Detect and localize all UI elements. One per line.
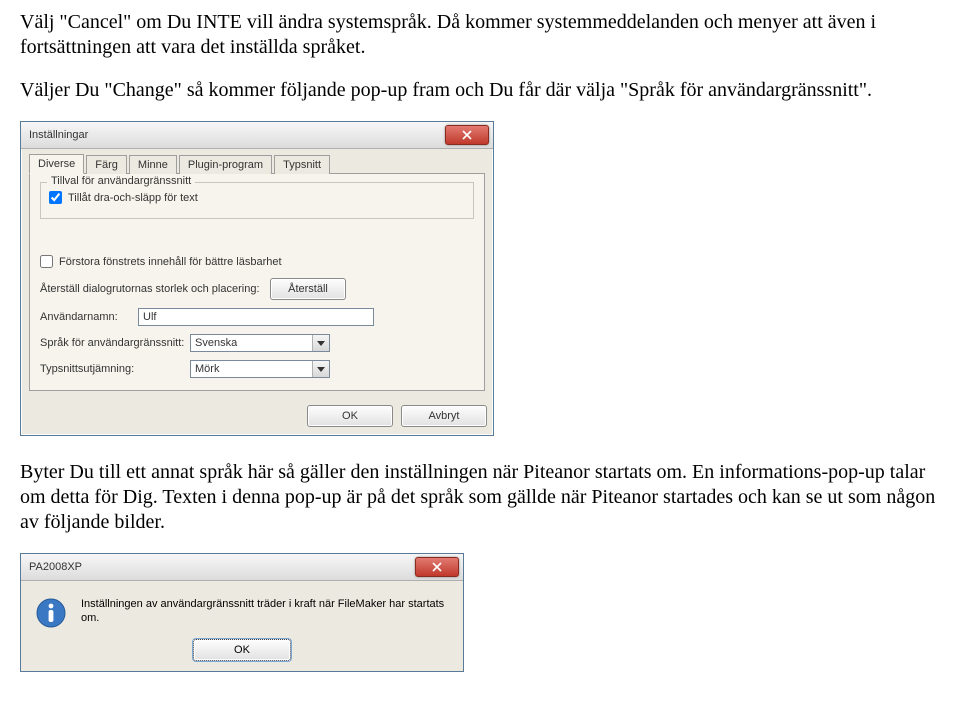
tab-minne[interactable]: Minne (129, 155, 177, 174)
tab-farg[interactable]: Färg (86, 155, 127, 174)
paragraph-2: Väljer Du "Change" så kommer följande po… (20, 78, 940, 103)
settings-title: Inställningar (29, 129, 445, 141)
font-smoothing-select[interactable]: Mörk (190, 360, 330, 378)
info-titlebar: PA2008XP (21, 554, 463, 581)
ui-lang-value: Svenska (191, 337, 312, 349)
reset-button[interactable]: Återställ (270, 278, 346, 300)
ok-button[interactable]: OK (307, 405, 393, 427)
tab-strip: Diverse Färg Minne Plugin-program Typsni… (29, 153, 485, 174)
font-smoothing-label: Typsnittsutjämning: (40, 363, 190, 375)
checkbox-enlarge[interactable] (40, 255, 53, 268)
ui-lang-select[interactable]: Svenska (190, 334, 330, 352)
info-title: PA2008XP (29, 561, 415, 573)
settings-titlebar: Inställningar (21, 122, 493, 149)
username-input[interactable]: Ulf (138, 308, 374, 326)
info-message: Inställningen av användargränssnitt träd… (81, 597, 451, 626)
reset-label: Återställ dialogrutornas storlek och pla… (40, 283, 270, 295)
checkbox-drag-drop[interactable] (49, 191, 62, 204)
info-icon (35, 597, 67, 629)
username-label: Användarnamn: (40, 311, 138, 323)
ui-lang-label: Språk för användargränssnitt: (40, 337, 190, 349)
group-title: Tillval för användargränssnitt (47, 175, 195, 187)
ui-options-group: Tillval för användargränssnitt Tillåt dr… (40, 182, 474, 219)
info-ok-button[interactable]: OK (193, 639, 291, 661)
chevron-down-icon (312, 335, 329, 351)
close-button[interactable] (415, 557, 459, 577)
checkbox-enlarge-label: Förstora fönstrets innehåll för bättre l… (59, 256, 282, 268)
chevron-down-icon (312, 361, 329, 377)
settings-dialog: Inställningar Diverse Färg Minne Plugin-… (20, 121, 494, 436)
tab-diverse[interactable]: Diverse (29, 154, 84, 174)
dialog-button-row: OK Avbryt (21, 397, 493, 435)
font-smoothing-value: Mörk (191, 363, 312, 375)
close-icon (432, 562, 442, 572)
close-button[interactable] (445, 125, 489, 145)
tab-plugin[interactable]: Plugin-program (179, 155, 272, 174)
checkbox-drag-label: Tillåt dra-och-släpp för text (68, 192, 198, 204)
info-dialog: PA2008XP Inställningen av användargränss… (20, 553, 464, 672)
cancel-button[interactable]: Avbryt (401, 405, 487, 427)
tab-typsnitt[interactable]: Typsnitt (274, 155, 330, 174)
paragraph-3: Byter Du till ett annat språk här så gäl… (20, 460, 940, 535)
paragraph-1: Välj "Cancel" om Du INTE vill ändra syst… (20, 10, 940, 60)
close-icon (462, 130, 472, 140)
